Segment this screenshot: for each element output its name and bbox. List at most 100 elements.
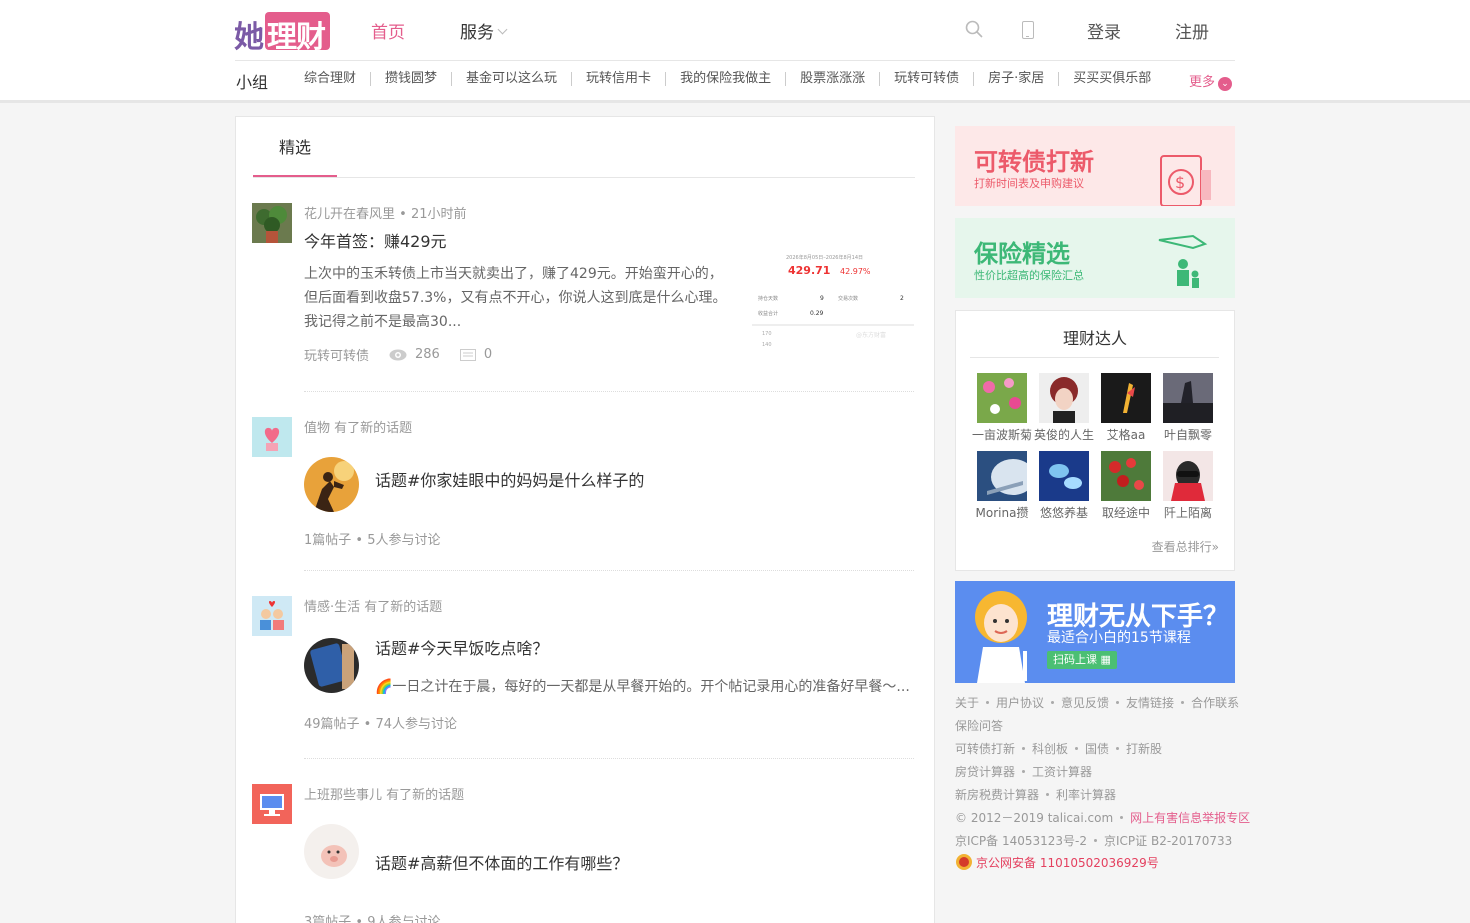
expert-card[interactable]: Morina攒 xyxy=(971,451,1033,521)
footer-link[interactable]: 国债 xyxy=(1085,740,1109,757)
nav-service-menu[interactable]: 服务 xyxy=(460,18,508,43)
footer-link[interactable]: 新房税费计算器 xyxy=(955,786,1039,803)
feed-topic: 上班那些事儿 有了新的话题 话题#高薪但不体面的工作有哪些？ 3篇帖子 • 9人… xyxy=(252,784,932,923)
svg-text:$: $ xyxy=(1175,173,1185,192)
thumb-trades: 2 xyxy=(900,295,904,302)
icp-license-link[interactable]: 京ICP证 B2-20170733 xyxy=(1104,832,1232,849)
group-name[interactable]: 值物 xyxy=(304,421,330,436)
footer-link[interactable]: 科创板 xyxy=(1032,740,1068,757)
feed-panel: 精选 花儿开在春风里 • 21小时前 今年首签：赚429元 上次中的玉禾转债上市… xyxy=(235,116,935,923)
thumb-watermark: @东方财富 xyxy=(856,331,886,339)
nav-home-link[interactable]: 首页 xyxy=(371,18,405,43)
group-avatar[interactable] xyxy=(252,784,292,824)
footer-link[interactable]: 友情链接 xyxy=(1126,694,1174,711)
group-name[interactable]: 情感·生活 xyxy=(304,600,360,615)
site-header: 她 理财 首页 服务 登录 注册 小组 综合理财 攒钱圆梦 基金可以这么玩 玩转… xyxy=(0,0,1470,103)
banner-subtitle: 打新时间表及申购建议 xyxy=(974,177,1084,190)
tab-divider xyxy=(253,177,915,178)
report-link[interactable]: 网上有害信息举报专区 xyxy=(1130,809,1250,826)
footer-police-line: 京公网安备 11010502036929号 xyxy=(955,853,1159,871)
chevron-down-icon: ⌄ xyxy=(1218,77,1233,91)
footer-link[interactable]: 合作联系 xyxy=(1191,694,1239,711)
register-link[interactable]: 注册 xyxy=(1175,18,1209,43)
footer-link[interactable]: 打新股 xyxy=(1126,740,1162,757)
thumb-tick: 140 xyxy=(762,342,772,347)
feed-divider xyxy=(304,391,914,392)
topic-title[interactable]: 话题#今天早饭吃点啥？ xyxy=(375,635,548,659)
expert-card[interactable]: 艾格aa xyxy=(1095,373,1157,443)
footer-link[interactable]: 用户协议 xyxy=(996,694,1044,711)
insurance-banner[interactable]: 保险精选 性价比超高的保险汇总 xyxy=(955,218,1235,298)
group-link[interactable]: 股票涨涨涨 xyxy=(786,72,881,86)
expert-card[interactable]: 悠悠养基 xyxy=(1033,451,1095,521)
footer-links: 新房税费计算器 利率计算器 xyxy=(955,786,1116,803)
banner-title: 可转债打新 xyxy=(974,148,1094,176)
expert-avatar xyxy=(1101,451,1151,501)
thumb-tick: 170 xyxy=(762,331,772,337)
author-name[interactable]: 花儿开在春风里 xyxy=(304,207,395,222)
footer-link[interactable]: 关于 xyxy=(955,694,979,711)
feed-divider xyxy=(304,570,914,571)
comment-icon xyxy=(459,348,476,361)
expert-card[interactable]: 叶自飘零 xyxy=(1157,373,1219,443)
expert-name: 艾格aa xyxy=(1106,428,1146,442)
group-link[interactable]: 攒钱圆梦 xyxy=(371,72,453,86)
topic-image[interactable] xyxy=(304,457,359,512)
money-bag-icon: $ xyxy=(1160,155,1211,206)
expert-avatar xyxy=(1101,373,1151,423)
footer-link[interactable]: 意见反馈 xyxy=(1061,694,1109,711)
topic-title[interactable]: 话题#你家娃眼中的妈妈是什么样子的 xyxy=(375,467,644,491)
convertible-bond-banner[interactable]: 可转债打新 打新时间表及申购建议 $ xyxy=(955,126,1235,206)
post-title[interactable]: 今年首签：赚429元 xyxy=(304,228,447,252)
group-nav: 综合理财 攒钱圆梦 基金可以这么玩 玩转信用卡 我的保险我做主 股票涨涨涨 玩转… xyxy=(290,71,1165,87)
group-avatar[interactable] xyxy=(252,417,292,457)
logo-text: 理财 xyxy=(267,20,326,55)
footer-link[interactable]: 可转债打新 xyxy=(955,740,1015,757)
author-avatar[interactable] xyxy=(252,203,292,243)
police-record-link[interactable]: 京公网安备 11010502036929号 xyxy=(976,854,1159,871)
expert-card[interactable]: 英俊的人生 xyxy=(1033,373,1095,443)
group-avatar[interactable] xyxy=(252,596,292,636)
expert-card[interactable]: 阡上陌离 xyxy=(1157,451,1219,521)
header-divider xyxy=(235,60,1235,61)
footer-link[interactable]: 房贷计算器 xyxy=(955,763,1015,780)
post-excerpt[interactable]: 上次中的玉禾转债上市当天就卖出了，赚了429元。开始蛮开心的，但后面看到收盘57… xyxy=(304,262,736,334)
expert-card[interactable]: 一亩波斯菊 xyxy=(971,373,1033,443)
family-protection-icon xyxy=(1158,234,1208,288)
expert-name: Morina攒 xyxy=(975,506,1029,520)
group-link[interactable]: 买买买俱乐部 xyxy=(1059,72,1165,86)
group-link[interactable]: 房子·家居 xyxy=(974,72,1060,86)
group-link[interactable]: 综合理财 xyxy=(290,72,372,86)
scan-course-button[interactable]: 扫码上课 ▦ xyxy=(1047,651,1117,669)
icp-link[interactable]: 京ICP备 14053123号-2 xyxy=(955,832,1087,849)
logo-mark: 她 xyxy=(234,20,264,55)
login-link[interactable]: 登录 xyxy=(1087,18,1121,43)
group-link[interactable]: 基金可以这么玩 xyxy=(452,72,573,86)
tab-featured[interactable]: 精选 xyxy=(253,117,337,177)
footer-link[interactable]: 工资计算器 xyxy=(1032,763,1092,780)
thumb-trades-label: 交易次数 xyxy=(838,295,858,302)
view-ranking-link[interactable]: 查看总排行» xyxy=(1152,538,1219,555)
footer-link[interactable]: 保险问答 xyxy=(955,717,1003,734)
expert-name: 取经途中 xyxy=(1101,506,1150,520)
group-link[interactable]: 我的保险我做主 xyxy=(666,72,787,86)
post-group-tag[interactable]: 玩转可转债 xyxy=(304,345,369,364)
group-link[interactable]: 玩转信用卡 xyxy=(572,72,667,86)
topic-title[interactable]: 话题#高薪但不体面的工作有哪些？ xyxy=(375,850,628,874)
footer-link[interactable]: 利率计算器 xyxy=(1056,786,1116,803)
topic-image[interactable] xyxy=(304,638,359,693)
group-name[interactable]: 上班那些事儿 xyxy=(304,788,382,803)
mobile-app-icon[interactable] xyxy=(1022,21,1034,39)
expert-card[interactable]: 取经途中 xyxy=(1095,451,1157,521)
topic-action: 有了新的话题 xyxy=(386,788,465,803)
site-logo[interactable]: 她 理财 xyxy=(234,12,330,55)
search-icon[interactable] xyxy=(965,20,983,38)
topic-excerpt[interactable]: 🌈一日之计在于晨，每好的一天都是从早餐开始的。开个帖记录用心的准备好早餐～... xyxy=(375,676,910,696)
course-banner[interactable]: 理财无从下手？ 最适合小白的15节课程 扫码上课 ▦ xyxy=(955,581,1235,683)
thumb-profit: 429.71 xyxy=(788,264,830,277)
expert-avatar xyxy=(1163,451,1213,501)
more-groups-button[interactable]: 更多 ⌄ xyxy=(1189,71,1233,91)
post-thumbnail[interactable]: 2026年8月05日–2026年8月14日 429.71 42.97% 持仓天数… xyxy=(752,247,914,347)
topic-image[interactable] xyxy=(304,824,359,879)
group-link[interactable]: 玩转可转债 xyxy=(880,72,975,86)
